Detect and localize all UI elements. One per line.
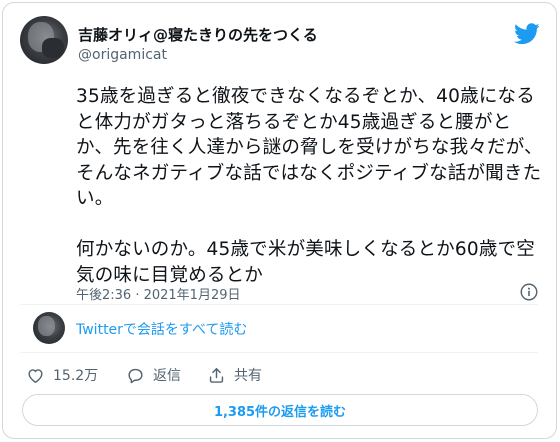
read-conversation-link[interactable]: Twitterで会話をすべて読む: [76, 319, 247, 339]
like-count: 15.2万: [53, 368, 99, 384]
twitter-bird-icon[interactable]: [514, 23, 540, 45]
heart-icon: [28, 368, 43, 383]
share-button[interactable]: 共有: [207, 364, 262, 386]
upload-icon: [209, 367, 224, 383]
user-avatar[interactable]: [20, 16, 68, 64]
conversation-avatar: [33, 312, 65, 344]
like-button[interactable]: 15.2万: [26, 364, 98, 386]
speech-bubble-icon: [128, 368, 143, 383]
info-icon[interactable]: [520, 283, 538, 301]
reply-label: 返信: [153, 368, 181, 384]
divider: [20, 352, 538, 353]
reply-button[interactable]: 返信: [126, 364, 181, 386]
divider: [20, 304, 538, 305]
tweet-text: 35歳を過ぎると徹夜できなくなるぞとか、40歳になると体力がガタっと落ちるぞとか…: [76, 86, 543, 286]
share-label: 共有: [234, 368, 262, 384]
read-replies-button[interactable]: 1,385件の返信を読む: [22, 394, 538, 426]
user-handle[interactable]: @origamicat: [78, 47, 167, 63]
tweet-timestamp[interactable]: 午後2:36 · 2021年1月29日: [76, 284, 241, 303]
user-display-name[interactable]: 吉藤オリィ@寝たきりの先をつくる: [78, 24, 318, 45]
